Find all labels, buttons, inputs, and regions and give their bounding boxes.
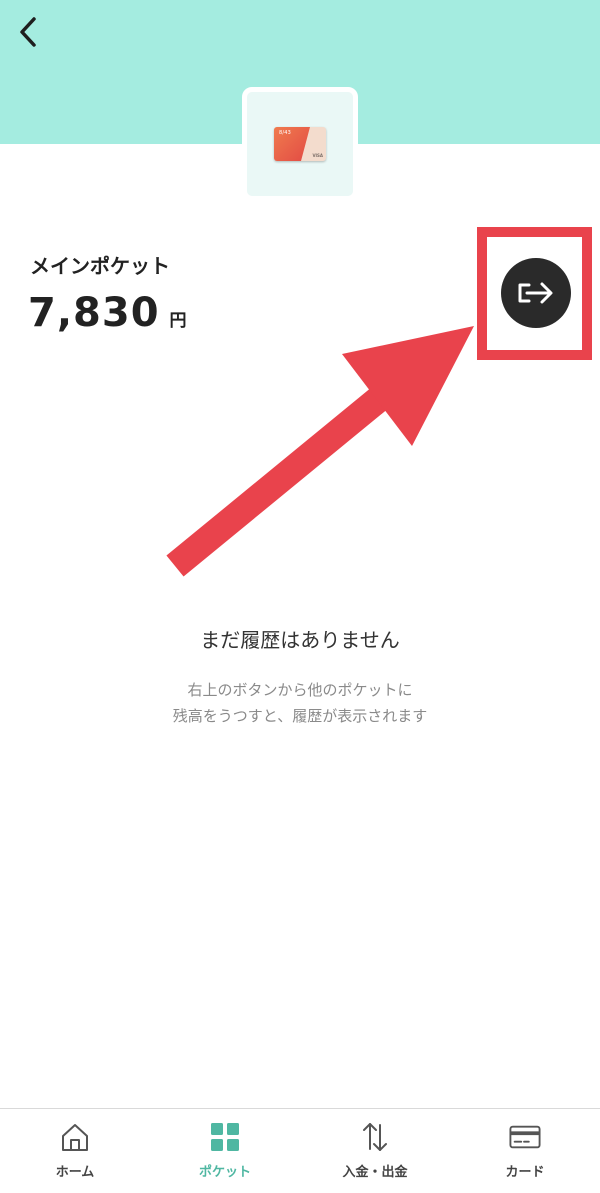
empty-history-line-1: 右上のボタンから他のポケットに <box>187 681 413 699</box>
pocket-name: メインポケット <box>30 254 170 278</box>
nav-label-home: ホーム <box>55 1165 95 1180</box>
nav-label-deposit-withdraw: 入金・出金 <box>342 1165 408 1180</box>
pocket-balance: 7,830 円 <box>28 290 187 336</box>
arrow-right-from-bracket-icon <box>518 282 553 304</box>
card-brand: VISA <box>312 153 323 158</box>
up-down-arrows-icon <box>359 1121 391 1153</box>
transfer-button[interactable] <box>501 258 571 328</box>
bottom-nav: ホーム ポケット 入金・出金 カード <box>0 1108 600 1193</box>
pocket-detail-screen: 8/43 VISA メインポケット 7,830 円 まだ履歴はありません 右上の… <box>0 0 600 1193</box>
nav-item-card[interactable]: カード <box>450 1109 600 1193</box>
nav-label-pocket: ポケット <box>198 1165 251 1180</box>
credit-card-icon <box>509 1121 541 1153</box>
nav-item-home[interactable]: ホーム <box>0 1109 150 1193</box>
nav-item-deposit-withdraw[interactable]: 入金・出金 <box>300 1109 450 1193</box>
card-image: 8/43 VISA <box>274 127 326 161</box>
empty-history-title: まだ履歴はありません <box>200 628 400 652</box>
empty-history-description: 右上のボタンから他のポケットに 残高をうつすと、履歴が表示されます <box>0 677 600 729</box>
card-number: 8/43 <box>279 130 292 136</box>
grid-icon <box>209 1121 241 1153</box>
pocket-thumbnail: 8/43 VISA <box>242 87 358 201</box>
home-icon <box>59 1121 91 1153</box>
nav-item-pocket[interactable]: ポケット <box>150 1109 300 1193</box>
balance-currency: 円 <box>169 311 187 331</box>
balance-amount: 7,830 <box>28 290 160 336</box>
chevron-left-icon <box>20 17 36 47</box>
empty-history-line-2: 残高をうつすと、履歴が表示されます <box>172 707 428 725</box>
nav-label-card: カード <box>505 1165 545 1180</box>
back-button[interactable] <box>6 8 50 56</box>
